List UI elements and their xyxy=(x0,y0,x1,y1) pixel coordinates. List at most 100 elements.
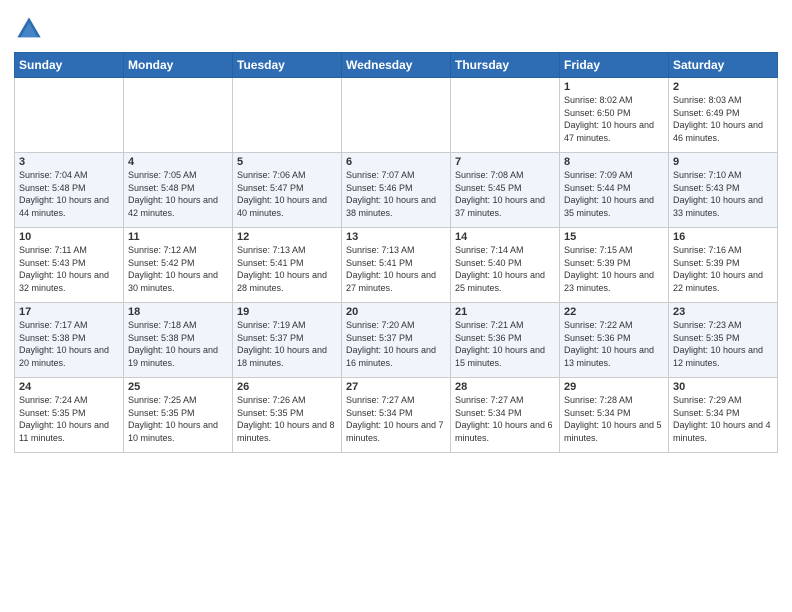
day-number: 27 xyxy=(346,381,446,393)
day-number: 3 xyxy=(19,156,119,168)
calendar-cell: 14Sunrise: 7:14 AM Sunset: 5:40 PM Dayli… xyxy=(451,228,560,303)
day-number: 25 xyxy=(128,381,228,393)
day-number: 23 xyxy=(673,306,773,318)
day-info: Sunrise: 7:13 AM Sunset: 5:41 PM Dayligh… xyxy=(237,244,337,294)
day-number: 20 xyxy=(346,306,446,318)
calendar-cell: 30Sunrise: 7:29 AM Sunset: 5:34 PM Dayli… xyxy=(669,378,778,453)
calendar-cell: 8Sunrise: 7:09 AM Sunset: 5:44 PM Daylig… xyxy=(560,153,669,228)
week-row: 24Sunrise: 7:24 AM Sunset: 5:35 PM Dayli… xyxy=(15,378,778,453)
day-info: Sunrise: 7:06 AM Sunset: 5:47 PM Dayligh… xyxy=(237,169,337,219)
day-info: Sunrise: 7:08 AM Sunset: 5:45 PM Dayligh… xyxy=(455,169,555,219)
day-number: 15 xyxy=(564,231,664,243)
day-number: 22 xyxy=(564,306,664,318)
day-info: Sunrise: 7:26 AM Sunset: 5:35 PM Dayligh… xyxy=(237,394,337,444)
day-number: 1 xyxy=(564,81,664,93)
calendar-cell: 20Sunrise: 7:20 AM Sunset: 5:37 PM Dayli… xyxy=(342,303,451,378)
day-info: Sunrise: 7:21 AM Sunset: 5:36 PM Dayligh… xyxy=(455,319,555,369)
day-info: Sunrise: 7:09 AM Sunset: 5:44 PM Dayligh… xyxy=(564,169,664,219)
calendar-cell: 28Sunrise: 7:27 AM Sunset: 5:34 PM Dayli… xyxy=(451,378,560,453)
day-info: Sunrise: 7:16 AM Sunset: 5:39 PM Dayligh… xyxy=(673,244,773,294)
calendar-cell: 10Sunrise: 7:11 AM Sunset: 5:43 PM Dayli… xyxy=(15,228,124,303)
calendar-cell: 3Sunrise: 7:04 AM Sunset: 5:48 PM Daylig… xyxy=(15,153,124,228)
calendar-cell: 29Sunrise: 7:28 AM Sunset: 5:34 PM Dayli… xyxy=(560,378,669,453)
calendar-cell: 24Sunrise: 7:24 AM Sunset: 5:35 PM Dayli… xyxy=(15,378,124,453)
day-info: Sunrise: 8:03 AM Sunset: 6:49 PM Dayligh… xyxy=(673,94,773,144)
calendar-cell: 12Sunrise: 7:13 AM Sunset: 5:41 PM Dayli… xyxy=(233,228,342,303)
day-number: 6 xyxy=(346,156,446,168)
calendar-cell: 18Sunrise: 7:18 AM Sunset: 5:38 PM Dayli… xyxy=(124,303,233,378)
day-info: Sunrise: 7:25 AM Sunset: 5:35 PM Dayligh… xyxy=(128,394,228,444)
week-row: 10Sunrise: 7:11 AM Sunset: 5:43 PM Dayli… xyxy=(15,228,778,303)
calendar-cell: 5Sunrise: 7:06 AM Sunset: 5:47 PM Daylig… xyxy=(233,153,342,228)
calendar-cell: 26Sunrise: 7:26 AM Sunset: 5:35 PM Dayli… xyxy=(233,378,342,453)
day-info: Sunrise: 7:27 AM Sunset: 5:34 PM Dayligh… xyxy=(455,394,555,444)
page: SundayMondayTuesdayWednesdayThursdayFrid… xyxy=(0,0,792,463)
calendar-cell: 22Sunrise: 7:22 AM Sunset: 5:36 PM Dayli… xyxy=(560,303,669,378)
calendar-cell xyxy=(124,78,233,153)
day-info: Sunrise: 7:11 AM Sunset: 5:43 PM Dayligh… xyxy=(19,244,119,294)
week-row: 3Sunrise: 7:04 AM Sunset: 5:48 PM Daylig… xyxy=(15,153,778,228)
weekday-header: Sunday xyxy=(15,53,124,78)
day-number: 12 xyxy=(237,231,337,243)
calendar-cell: 13Sunrise: 7:13 AM Sunset: 5:41 PM Dayli… xyxy=(342,228,451,303)
day-info: Sunrise: 8:02 AM Sunset: 6:50 PM Dayligh… xyxy=(564,94,664,144)
calendar-cell xyxy=(451,78,560,153)
day-number: 21 xyxy=(455,306,555,318)
calendar-cell: 17Sunrise: 7:17 AM Sunset: 5:38 PM Dayli… xyxy=(15,303,124,378)
calendar-cell: 4Sunrise: 7:05 AM Sunset: 5:48 PM Daylig… xyxy=(124,153,233,228)
calendar-cell: 15Sunrise: 7:15 AM Sunset: 5:39 PM Dayli… xyxy=(560,228,669,303)
day-number: 29 xyxy=(564,381,664,393)
day-number: 4 xyxy=(128,156,228,168)
day-number: 11 xyxy=(128,231,228,243)
logo-icon xyxy=(14,14,44,44)
day-info: Sunrise: 7:27 AM Sunset: 5:34 PM Dayligh… xyxy=(346,394,446,444)
day-number: 28 xyxy=(455,381,555,393)
day-info: Sunrise: 7:15 AM Sunset: 5:39 PM Dayligh… xyxy=(564,244,664,294)
week-row: 17Sunrise: 7:17 AM Sunset: 5:38 PM Dayli… xyxy=(15,303,778,378)
day-number: 2 xyxy=(673,81,773,93)
calendar-cell: 27Sunrise: 7:27 AM Sunset: 5:34 PM Dayli… xyxy=(342,378,451,453)
day-number: 14 xyxy=(455,231,555,243)
calendar-cell: 9Sunrise: 7:10 AM Sunset: 5:43 PM Daylig… xyxy=(669,153,778,228)
day-number: 30 xyxy=(673,381,773,393)
day-number: 17 xyxy=(19,306,119,318)
calendar-cell: 11Sunrise: 7:12 AM Sunset: 5:42 PM Dayli… xyxy=(124,228,233,303)
day-info: Sunrise: 7:18 AM Sunset: 5:38 PM Dayligh… xyxy=(128,319,228,369)
weekday-header: Wednesday xyxy=(342,53,451,78)
day-number: 13 xyxy=(346,231,446,243)
day-info: Sunrise: 7:07 AM Sunset: 5:46 PM Dayligh… xyxy=(346,169,446,219)
weekday-header: Monday xyxy=(124,53,233,78)
calendar-cell: 25Sunrise: 7:25 AM Sunset: 5:35 PM Dayli… xyxy=(124,378,233,453)
calendar-cell xyxy=(342,78,451,153)
day-info: Sunrise: 7:14 AM Sunset: 5:40 PM Dayligh… xyxy=(455,244,555,294)
day-info: Sunrise: 7:04 AM Sunset: 5:48 PM Dayligh… xyxy=(19,169,119,219)
day-info: Sunrise: 7:19 AM Sunset: 5:37 PM Dayligh… xyxy=(237,319,337,369)
weekday-header: Friday xyxy=(560,53,669,78)
calendar-cell: 16Sunrise: 7:16 AM Sunset: 5:39 PM Dayli… xyxy=(669,228,778,303)
day-info: Sunrise: 7:12 AM Sunset: 5:42 PM Dayligh… xyxy=(128,244,228,294)
day-number: 5 xyxy=(237,156,337,168)
day-info: Sunrise: 7:20 AM Sunset: 5:37 PM Dayligh… xyxy=(346,319,446,369)
day-number: 7 xyxy=(455,156,555,168)
calendar: SundayMondayTuesdayWednesdayThursdayFrid… xyxy=(14,52,778,453)
day-info: Sunrise: 7:24 AM Sunset: 5:35 PM Dayligh… xyxy=(19,394,119,444)
calendar-cell: 23Sunrise: 7:23 AM Sunset: 5:35 PM Dayli… xyxy=(669,303,778,378)
day-number: 9 xyxy=(673,156,773,168)
day-number: 24 xyxy=(19,381,119,393)
day-info: Sunrise: 7:28 AM Sunset: 5:34 PM Dayligh… xyxy=(564,394,664,444)
day-number: 18 xyxy=(128,306,228,318)
weekday-header: Thursday xyxy=(451,53,560,78)
calendar-cell: 19Sunrise: 7:19 AM Sunset: 5:37 PM Dayli… xyxy=(233,303,342,378)
header xyxy=(14,10,778,44)
day-info: Sunrise: 7:10 AM Sunset: 5:43 PM Dayligh… xyxy=(673,169,773,219)
day-info: Sunrise: 7:05 AM Sunset: 5:48 PM Dayligh… xyxy=(128,169,228,219)
day-info: Sunrise: 7:22 AM Sunset: 5:36 PM Dayligh… xyxy=(564,319,664,369)
calendar-cell: 21Sunrise: 7:21 AM Sunset: 5:36 PM Dayli… xyxy=(451,303,560,378)
day-number: 10 xyxy=(19,231,119,243)
day-info: Sunrise: 7:29 AM Sunset: 5:34 PM Dayligh… xyxy=(673,394,773,444)
calendar-cell xyxy=(233,78,342,153)
day-number: 16 xyxy=(673,231,773,243)
weekday-header-row: SundayMondayTuesdayWednesdayThursdayFrid… xyxy=(15,53,778,78)
calendar-cell: 6Sunrise: 7:07 AM Sunset: 5:46 PM Daylig… xyxy=(342,153,451,228)
day-info: Sunrise: 7:17 AM Sunset: 5:38 PM Dayligh… xyxy=(19,319,119,369)
